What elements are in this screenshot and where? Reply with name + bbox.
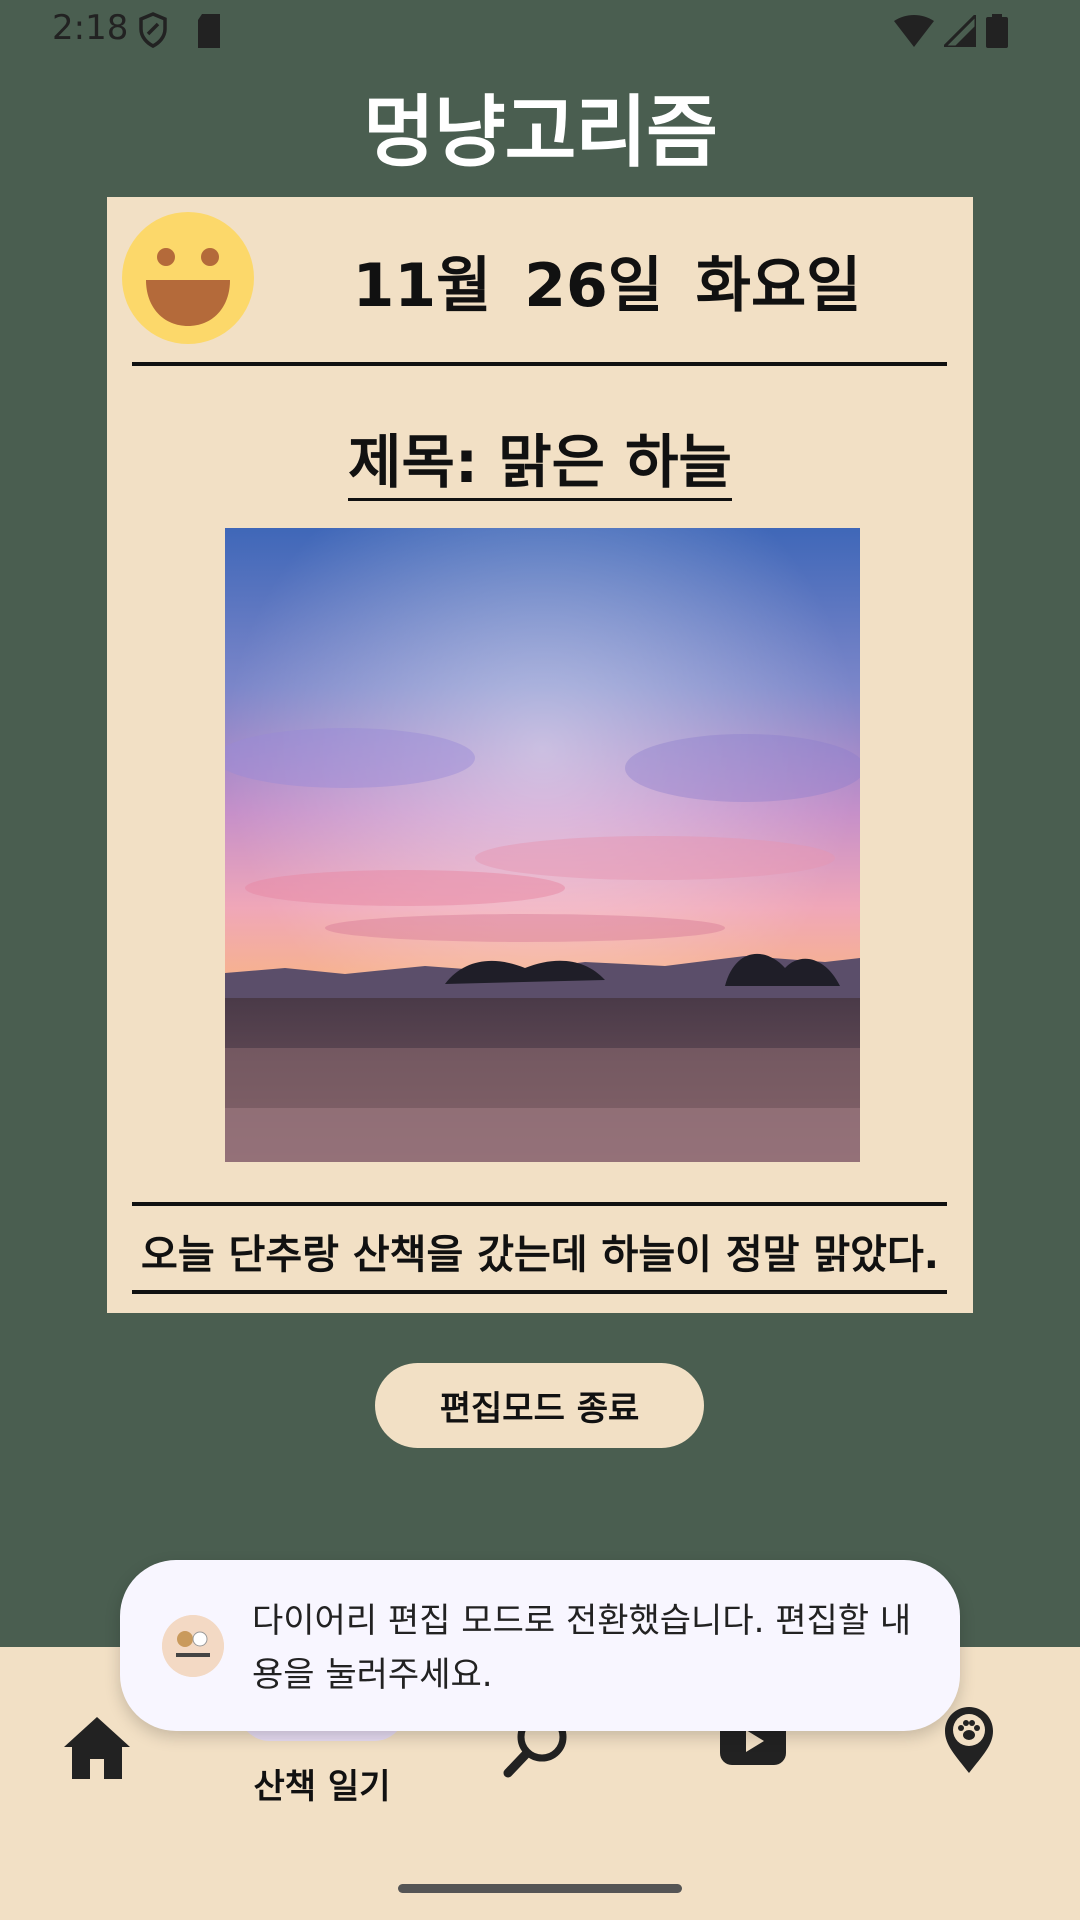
- app-title: 멍냥고리즘: [363, 88, 718, 178]
- diary-card: 11월 26일 화요일 제목: 맑은 하늘 오늘 단추랑 산책을 갔는데 하늘이…: [107, 197, 973, 1313]
- exit-edit-mode-button[interactable]: 편집모드 종료: [375, 1363, 704, 1448]
- nav-youtube[interactable]: [720, 1717, 786, 1917]
- divider: [132, 1290, 947, 1294]
- diary-photo[interactable]: [225, 528, 860, 1162]
- home-indicator[interactable]: [398, 1884, 682, 1893]
- status-icons: [894, 11, 1008, 52]
- diary-date[interactable]: 11월 26일 화요일: [307, 237, 907, 324]
- nav-search[interactable]: [500, 1707, 572, 1907]
- paw-location-icon: [945, 1707, 993, 1777]
- divider: [132, 362, 947, 366]
- divider: [132, 1202, 947, 1206]
- nav-label-walk-diary: 산책 일기: [253, 1767, 391, 1807]
- nav-paw-location[interactable]: [945, 1707, 993, 1907]
- diary-title-text: 제목: 맑은 하늘: [348, 428, 732, 501]
- shield-icon: [138, 12, 168, 52]
- signal-icon: [940, 11, 978, 51]
- smiley-mood-icon[interactable]: [122, 212, 254, 344]
- diary-title[interactable]: 제목: 맑은 하늘: [107, 415, 973, 501]
- status-time: 2:18: [52, 8, 129, 48]
- battery-icon: [986, 14, 1008, 52]
- status-bar: 2:18: [0, 0, 1080, 62]
- nav-home[interactable]: [64, 1717, 130, 1917]
- wifi-icon: [894, 15, 934, 51]
- youtube-icon: [720, 1717, 786, 1769]
- diary-content[interactable]: 오늘 단추랑 산책을 갔는데 하늘이 정말 맑았다.: [107, 1222, 973, 1280]
- search-icon: [500, 1712, 572, 1783]
- app-logo-icon: [162, 1615, 224, 1677]
- toast-text: 다이어리 편집 모드로 전환했습니다. 편집할 내용을 눌러주세요.: [252, 1601, 912, 1695]
- home-icon: [64, 1717, 130, 1783]
- toast-message: 다이어리 편집 모드로 전환했습니다. 편집할 내용을 눌러주세요.: [120, 1560, 960, 1731]
- sd-card-icon: [196, 14, 222, 52]
